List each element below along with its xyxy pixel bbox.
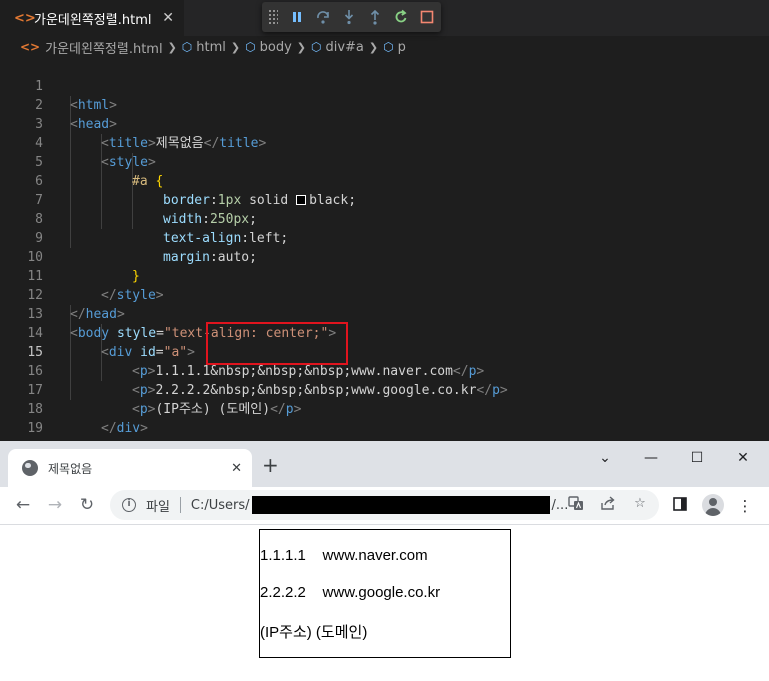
globe-icon [22,460,38,476]
redacted-url [251,496,550,514]
cube-icon: ⬡ [181,40,193,54]
new-tab-button[interactable]: + [262,455,279,475]
restart-icon[interactable] [388,5,414,29]
close-window-icon[interactable]: ✕ [733,448,753,468]
code-line: 4 <style> [0,115,769,170]
step-over-icon[interactable] [310,5,336,29]
code-line: 12 </head> [0,267,769,322]
step-into-icon[interactable] [336,5,362,29]
code-editor: <> 가운데왼쪽정렬.html ✕ <> 가운데왼쪽정렬.html ❯ ⬡ ht… [0,0,769,474]
url-end: /... [551,497,569,513]
cube-icon: ⬡ [383,40,394,54]
debug-toolbar [262,2,441,32]
info-icon[interactable]: i [122,498,136,512]
page-line-3: (IP주소) (도메인) [260,624,368,641]
more-menu-icon[interactable]: ⋮ [735,496,755,516]
code-line: 17 <p>(IP주소) (도메인)</p> [0,362,769,417]
minimize-icon[interactable]: — [641,448,661,468]
code-line: 16 <p>2.2.2.2&nbsp;&nbsp;&nbsp;www.googl… [0,343,769,398]
code-line: 6 border:1px solid black; [0,153,769,208]
drag-handle-icon[interactable] [268,9,278,25]
editor-tab-bar: <> 가운데왼쪽정렬.html ✕ [0,0,769,36]
scheme-label: 파일 [146,499,170,515]
breadcrumb-item-div[interactable]: div#a [325,40,363,55]
code-line: 8 text-align:left; [0,191,769,246]
breadcrumb-item-file[interactable]: 가운데왼쪽정렬.html [45,38,162,57]
step-out-icon[interactable] [362,5,388,29]
highlight-box [206,322,348,365]
editor-tab-label: 가운데왼쪽정렬.html [34,12,152,28]
forward-button[interactable]: → [44,494,66,516]
code-line: 18 </div> [0,381,769,436]
code-line: 5 #a { [0,134,769,189]
chevron-right-icon: ❯ [167,40,177,54]
chevron-right-icon: ❯ [368,40,379,54]
side-panel-icon[interactable] [670,496,690,516]
maximize-icon[interactable]: ☐ [687,448,707,468]
page-line-1: 1.1.1.1 www.naver.com [260,547,428,564]
stop-icon[interactable] [414,5,440,29]
code-line: 10 } [0,229,769,284]
url-start: C:/Users/ [190,497,250,513]
chevron-right-icon: ❯ [296,40,306,54]
cube-icon: ⬡ [245,40,256,54]
profile-avatar[interactable] [702,494,724,516]
code-area[interactable]: 1 <html> 2 <head> 3 <title>제목없음</title> … [0,58,769,474]
chevron-down-icon[interactable]: ⌄ [595,448,615,468]
translate-icon[interactable] [567,495,585,513]
code-line: 13 <body style="text-align: center;"> [0,286,769,341]
code-line: 15 <p>1.1.1.1&nbsp;&nbsp;&nbsp;www.naver… [0,324,769,379]
html-icon: <> [14,10,36,26]
browser-tab-strip: 제목없음 ✕ + ⌄ — ☐ ✕ [0,441,769,487]
code-line: 3 <title>제목없음</title> [0,96,769,151]
code-line: 11 </style> [0,248,769,303]
editor-tab[interactable]: <> 가운데왼쪽정렬.html ✕ [0,0,184,36]
back-button[interactable]: ← [12,494,34,516]
breadcrumb-item-html[interactable]: html [196,40,226,55]
chevron-right-icon: ❯ [230,40,241,54]
page-viewport: 1.1.1.1 www.naver.com 2.2.2.2 www.google… [0,526,769,681]
breadcrumb-item-body[interactable]: body [260,40,292,55]
browser-tab[interactable]: 제목없음 ✕ [8,449,252,487]
code-line: 1 <html> [0,58,769,113]
bookmark-star-icon[interactable]: ☆ [631,495,649,513]
close-icon[interactable]: ✕ [162,10,174,26]
cube-icon: ⬡ [310,40,322,54]
code-line: 9 margin:auto; [0,210,769,265]
breadcrumb: <> 가운데왼쪽정렬.html ❯ ⬡ html ❯ ⬡ body ❯ ⬡ di… [0,36,769,58]
browser-tab-title: 제목없음 [48,461,93,476]
browser-toolbar: ← → ↻ i 파일 C:/Users/ /... ☆ ⋮ [0,487,769,525]
code-line: 14 <div id="a"> [0,305,769,360]
pause-icon[interactable] [284,5,310,29]
divider [179,497,181,513]
breadcrumb-item-p[interactable]: p [398,40,406,55]
code-line: 19 </body> [0,400,769,455]
div-a-box: 1.1.1.1 www.naver.com 2.2.2.2 www.google… [259,529,511,658]
code-line: 7 width:250px; [0,172,769,227]
page-line-2: 2.2.2.2 www.google.co.kr [260,584,441,601]
close-icon[interactable]: ✕ [231,461,242,476]
reload-button[interactable]: ↻ [76,494,98,516]
code-line: 2 <head> [0,77,769,132]
html-icon: <> [20,40,41,54]
code-line: 20 </html> [0,419,769,474]
browser-window: 제목없음 ✕ + ⌄ — ☐ ✕ ← → ↻ i 파일 C:/Users/ /.… [0,441,769,681]
share-icon[interactable] [599,495,617,513]
